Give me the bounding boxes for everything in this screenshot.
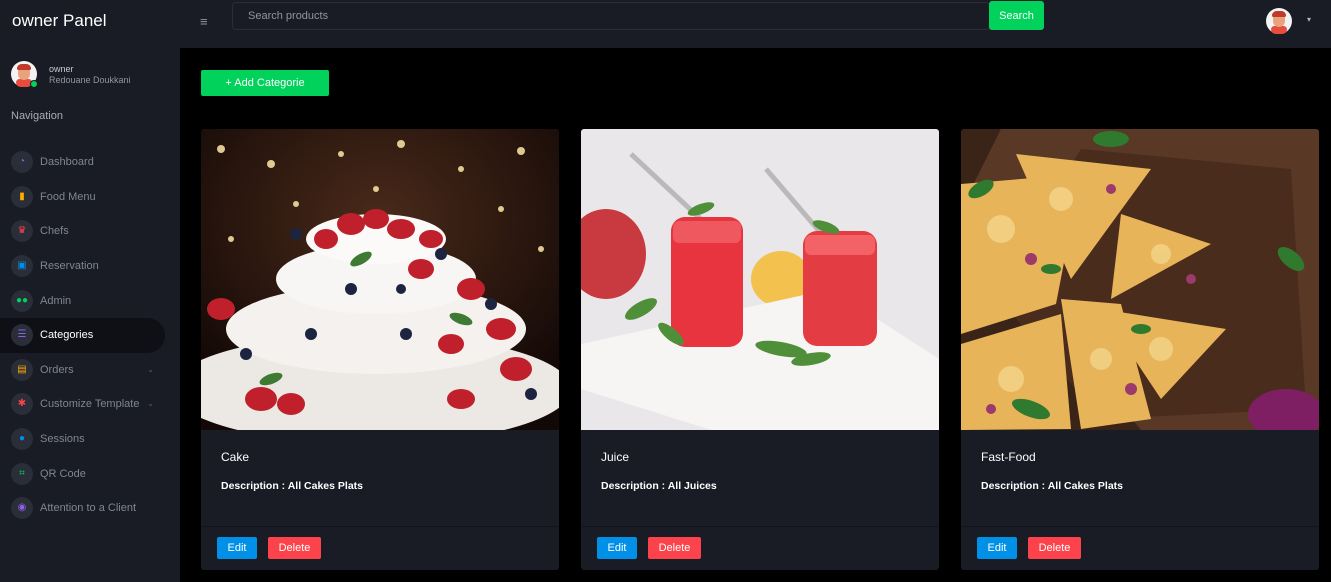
brand-title[interactable]: owner Panel	[0, 0, 180, 42]
list-icon: ☰	[11, 324, 33, 347]
sidebar-item-label: Reservation	[40, 260, 99, 273]
sidebar-item-chefs[interactable]: ♛ Chefs	[0, 214, 180, 249]
sidebar-item-label: Attention to a Client	[40, 502, 137, 515]
sidebar-item-label: Orders	[40, 363, 74, 376]
menu-toggle-icon[interactable]: ≡	[200, 14, 208, 29]
sidebar-item-sessions[interactable]: ● Sessions	[0, 422, 180, 457]
category-image-cake	[201, 129, 559, 430]
profile-block[interactable]: owner Redouane Doukkani	[0, 42, 180, 94]
sidebar-item-orders[interactable]: ▤ Orders ⌄	[0, 353, 180, 388]
category-title: Cake	[221, 450, 250, 464]
category-description: Description : All Juices	[601, 480, 717, 492]
eye-icon: ◉	[11, 497, 33, 520]
search-button[interactable]: Search	[989, 1, 1044, 30]
edit-button[interactable]: Edit	[217, 537, 257, 559]
category-title: Juice	[601, 450, 630, 464]
sidebar-item-label: Sessions	[40, 433, 85, 446]
category-image-juice	[581, 129, 939, 430]
category-description: Description : All Cakes Plats	[221, 480, 363, 492]
search-input[interactable]	[233, 3, 989, 29]
sidebar-item-label: Customize Template	[40, 398, 140, 411]
sidebar-item-label: Food Menu	[40, 190, 96, 203]
document-icon: ▤	[11, 358, 33, 381]
delete-button[interactable]: Delete	[268, 537, 321, 559]
gear-icon: ✱	[11, 393, 33, 416]
chevron-down-icon: ⌄	[147, 399, 154, 409]
sidebar-item-food-menu[interactable]: ▮ Food Menu	[0, 180, 180, 215]
sidebar-item-label: Dashboard	[40, 156, 94, 169]
sidebar: owner Panel owner Redouane Doukkani Navi…	[0, 0, 180, 582]
chevron-down-icon[interactable]: ▾	[1307, 15, 1311, 24]
search-box	[232, 2, 990, 30]
users-icon: ●●	[11, 289, 33, 312]
sidebar-item-label: QR Code	[40, 467, 86, 480]
category-card-fast-food: Fast-Food Description : All Cakes Plats …	[961, 129, 1319, 570]
sidebar-item-attention-to-a-client[interactable]: ◉ Attention to a Client	[0, 491, 180, 526]
category-card-juice: Juice Description : All Juices Edit Dele…	[581, 129, 939, 570]
sidebar-item-qr-code[interactable]: ⌗ QR Code	[0, 456, 180, 491]
sidebar-item-label: Chefs	[40, 225, 69, 238]
sidebar-item-customize-template[interactable]: ✱ Customize Template ⌄	[0, 387, 180, 422]
sidebar-item-dashboard[interactable]: ◔ Dashboard	[0, 145, 180, 180]
sidebar-item-label: Admin	[40, 294, 72, 307]
sidebar-item-categories[interactable]: ☰ Categories	[0, 317, 165, 353]
profile-name: Redouane Doukkani	[49, 74, 131, 85]
qr-code-icon: ⌗	[11, 462, 33, 485]
category-description: Description : All Cakes Plats	[981, 480, 1123, 492]
chevron-down-icon: ⌄	[147, 364, 154, 374]
topbar: ≡ Search ▾	[180, 0, 1331, 48]
nav-menu: ◔ Dashboard ▮ Food Menu ♛ Chefs ▣ Reserv…	[0, 145, 180, 526]
edit-button[interactable]: Edit	[977, 537, 1017, 559]
calendar-icon: ▣	[11, 255, 33, 278]
profile-role: owner	[49, 63, 74, 74]
thumbs-up-icon: ▮	[11, 185, 33, 208]
nav-title: Navigation	[11, 110, 63, 122]
user-avatar[interactable]	[1266, 8, 1292, 34]
delete-button[interactable]: Delete	[1028, 537, 1081, 559]
chef-icon: ♛	[11, 220, 33, 243]
delete-button[interactable]: Delete	[648, 537, 701, 559]
online-status-dot	[30, 80, 38, 88]
category-title: Fast-Food	[981, 450, 1036, 464]
speedometer-icon: ◔	[11, 151, 33, 174]
category-image-fast-food	[961, 129, 1319, 430]
sidebar-item-label: Categories	[40, 329, 94, 342]
main-content: + Add Categorie Cake Description: All C…	[180, 48, 1331, 582]
edit-button[interactable]: Edit	[597, 537, 637, 559]
globe-icon: ●	[11, 428, 33, 451]
sidebar-item-reservation[interactable]: ▣ Reservation	[0, 249, 180, 284]
add-category-button[interactable]: + Add Categorie	[201, 70, 329, 96]
avatar	[11, 61, 38, 88]
category-card-cake: Cake Description : All Cakes Plats Edit …	[201, 129, 559, 570]
sidebar-item-admin[interactable]: ●● Admin	[0, 283, 180, 318]
